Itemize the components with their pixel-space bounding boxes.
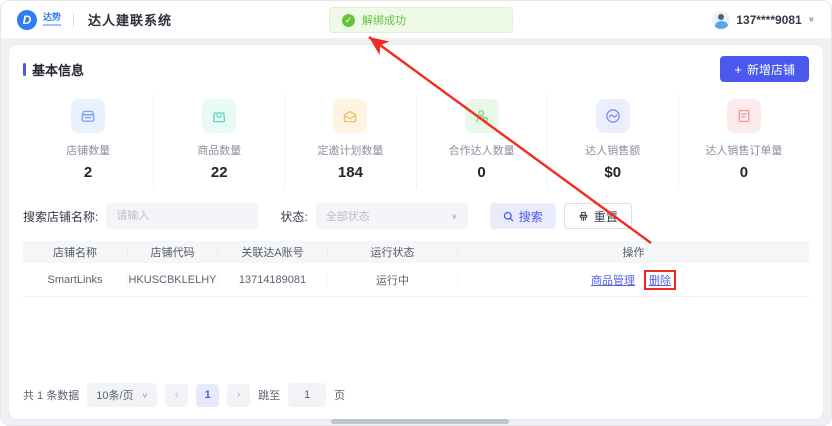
cell-actions: 商品管理 删除 [458, 270, 809, 290]
chevron-down-icon: ∨ [451, 212, 458, 221]
brand-area: D 达势 达人建联系统 [17, 10, 172, 30]
chevron-down-icon: ∨ [142, 391, 149, 400]
search-label: 搜索店铺名称: [23, 208, 98, 225]
stat-product-count: 商品数量 22 [154, 95, 285, 189]
stats-row: 店铺数量 2 商品数量 22 定邀计划数量 184 [23, 95, 809, 189]
user-menu[interactable]: 137****9081 ∨ [712, 11, 815, 29]
plus-icon: + [734, 63, 742, 76]
status-select[interactable]: 全部状态 ∨ [316, 203, 468, 229]
success-check-icon: ✓ [342, 14, 355, 27]
chevron-down-icon: ∨ [808, 15, 815, 24]
panel-header: 基本信息 + 新增店铺 [23, 55, 809, 83]
success-toast: ✓ 解绑成功 [329, 7, 513, 33]
total-count: 共 1 条数据 [23, 387, 79, 403]
reset-broom-icon [578, 211, 589, 222]
page-size-select[interactable]: 10条/页 ∨ [87, 383, 157, 407]
brand-logo-icon: D [17, 10, 37, 30]
delete-link[interactable]: 删除 [649, 275, 671, 287]
bottom-scrollbar[interactable] [331, 419, 509, 424]
jump-suffix: 页 [334, 387, 345, 403]
store-table: 店铺名称 店铺代码 关联达A账号 运行状态 操作 SmartLinks HKUS… [23, 241, 809, 297]
app-window: D 达势 达人建联系统 137****9081 ∨ ✓ 解绑成功 基本信息 + … [0, 0, 832, 426]
table-row: SmartLinks HKUSCBKLELHY 13714189081 运行中 … [23, 263, 809, 297]
store-icon [71, 99, 105, 133]
bag-icon [202, 99, 236, 133]
product-manage-link[interactable]: 商品管理 [591, 275, 635, 287]
col-store-name: 店铺名称 [23, 244, 128, 260]
user-phone: 137****9081 [736, 13, 801, 27]
main-panel: 基本信息 + 新增店铺 店铺数量 2 商品数量 22 [9, 45, 823, 419]
status-label: 状态: [280, 208, 307, 225]
toast-message: 解绑成功 [362, 12, 406, 28]
col-actions: 操作 [458, 244, 809, 260]
current-page-button[interactable]: 1 [196, 384, 219, 407]
col-linked-account: 关联达A账号 [218, 244, 328, 260]
filter-bar: 搜索店铺名称: 状态: 全部状态 ∨ 搜索 重置 [23, 203, 809, 229]
stat-store-count: 店铺数量 2 [23, 95, 154, 189]
stat-invite-plan-count: 定邀计划数量 184 [285, 95, 416, 189]
person-icon [465, 99, 499, 133]
brand-logo-text: 达势 [43, 13, 61, 26]
delete-annotation-box: 删除 [644, 270, 676, 290]
app-title: 达人建联系统 [88, 10, 172, 29]
store-name-input[interactable] [106, 203, 258, 229]
open-mail-icon [333, 99, 367, 133]
search-button[interactable]: 搜索 [490, 203, 556, 229]
prev-page-button[interactable]: ‹ [165, 384, 188, 407]
reset-button[interactable]: 重置 [564, 203, 632, 229]
pagination-bar: 共 1 条数据 10条/页 ∨ ‹ 1 › 跳至 页 [23, 383, 345, 407]
avatar [712, 11, 730, 29]
stat-partner-count: 合作达人数量 0 [417, 95, 548, 189]
stat-sales-amount: 达人销售额 $0 [548, 95, 679, 189]
jump-label: 跳至 [258, 387, 280, 403]
cell-linked-account: 13714189081 [218, 274, 328, 286]
add-store-button[interactable]: + 新增店铺 [720, 56, 809, 82]
search-icon [503, 211, 514, 222]
next-page-button[interactable]: › [227, 384, 250, 407]
jump-page-input[interactable] [288, 383, 326, 407]
col-store-code: 店铺代码 [128, 244, 218, 260]
cell-store-name: SmartLinks [23, 274, 128, 286]
stat-sales-orders: 达人销售订单量 0 [679, 95, 809, 189]
divider [73, 13, 74, 27]
col-run-status: 运行状态 [328, 244, 458, 260]
order-doc-icon [727, 99, 761, 133]
section-title: 基本信息 [23, 60, 84, 79]
trend-circle-icon [596, 99, 630, 133]
cell-store-code: HKUSCBKLELHY [128, 274, 218, 286]
table-header-row: 店铺名称 店铺代码 关联达A账号 运行状态 操作 [23, 241, 809, 263]
title-accent-bar [23, 63, 26, 76]
cell-run-status: 运行中 [328, 272, 458, 288]
